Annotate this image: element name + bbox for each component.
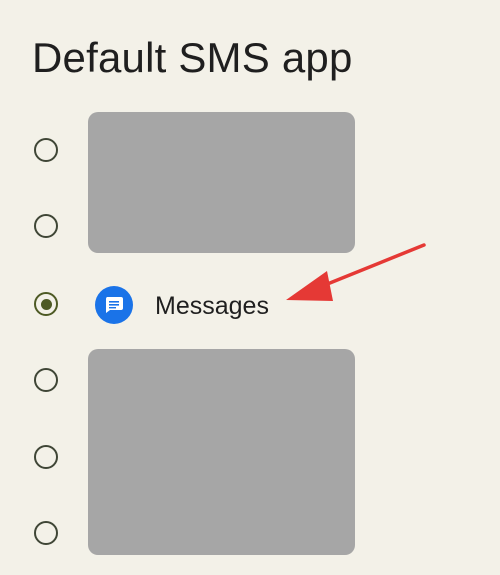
radio-option-6[interactable] xyxy=(34,521,58,545)
radio-option-5[interactable] xyxy=(34,445,58,469)
app-option-label: Messages xyxy=(155,292,269,320)
messages-app-icon xyxy=(95,286,133,324)
redacted-apps-block-bottom xyxy=(88,349,355,555)
page-title: Default SMS app xyxy=(32,34,353,81)
redacted-apps-block-top xyxy=(88,112,355,253)
radio-option-4[interactable] xyxy=(34,368,58,392)
radio-option-1[interactable] xyxy=(34,138,58,162)
app-option-messages[interactable]: Messages xyxy=(0,274,500,336)
radio-option-2[interactable] xyxy=(34,214,58,238)
